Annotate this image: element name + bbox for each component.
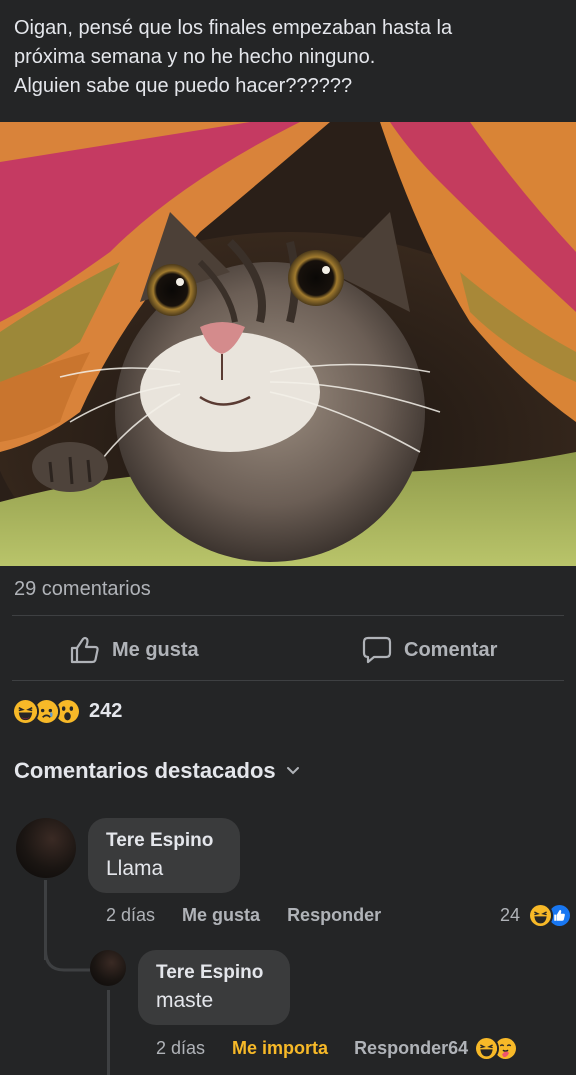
comment-meta: 2 días Me gusta Responder 24 (106, 903, 572, 928)
speech-bubble-icon (362, 636, 392, 664)
comment-label: Comentar (404, 638, 498, 661)
thread-line (107, 990, 110, 1075)
comment-reactions[interactable]: 64 (448, 1036, 519, 1061)
comment-author[interactable]: Tere Espino (156, 960, 272, 986)
comment-reaction-count: 24 (499, 905, 520, 925)
featured-comments-dropdown[interactable]: Comentarios destacados (14, 758, 300, 784)
thread-connector (44, 950, 90, 972)
comment-reply-button[interactable]: Responder (354, 1038, 448, 1059)
divider (12, 680, 564, 681)
comment-bubble: Tere Espino Llama (88, 818, 240, 893)
comment-time[interactable]: 2 días (106, 905, 155, 926)
comment-button[interactable]: Comentar (362, 632, 497, 668)
post-text-line: Alguien sabe que puedo hacer?????? (14, 75, 353, 97)
haha-emoji-icon (12, 698, 39, 725)
comments-count[interactable]: 29 comentarios (14, 578, 151, 601)
reactions-summary[interactable]: 242 (12, 698, 122, 725)
post-text-line: próxima semana y no he hecho ninguno. (14, 46, 376, 68)
comment-like-button[interactable]: Me gusta (182, 905, 260, 926)
haha-emoji-icon (528, 903, 553, 928)
comment-meta: 2 días Me importa Responder 64 (156, 1036, 566, 1061)
reactions-count: 242 (89, 700, 123, 722)
comment-text: Llama (106, 857, 164, 880)
avatar[interactable] (16, 818, 76, 878)
avatar[interactable] (90, 950, 126, 986)
featured-comments-title: Comentarios destacados (14, 758, 276, 783)
comment-bubble: Tere Espino maste (138, 950, 290, 1025)
comment-text: maste (156, 989, 214, 1012)
post-photo[interactable] (0, 122, 576, 566)
thumbs-up-icon (70, 636, 99, 664)
comment-time[interactable]: 2 días (156, 1038, 205, 1059)
comment-reply-button[interactable]: Responder (287, 905, 381, 926)
like-button[interactable]: Me gusta (70, 632, 199, 668)
like-label: Me gusta (112, 638, 199, 661)
haha-emoji-icon (474, 1036, 500, 1061)
post-text-line: Oigan, pensé que los finales empezaban h… (14, 17, 453, 39)
comment-reaction-count: 64 (448, 1038, 469, 1058)
thread-line (44, 880, 47, 960)
chevron-down-icon (286, 767, 299, 775)
cat-under-blanket-image (0, 122, 576, 566)
post-text: Oigan, pensé que los finales empezaban h… (14, 14, 564, 101)
comment-reaction-button[interactable]: Me importa (232, 1038, 328, 1059)
comment-author[interactable]: Tere Espino (106, 828, 222, 854)
comment-reactions[interactable]: 24 (499, 903, 572, 928)
divider (12, 615, 564, 616)
